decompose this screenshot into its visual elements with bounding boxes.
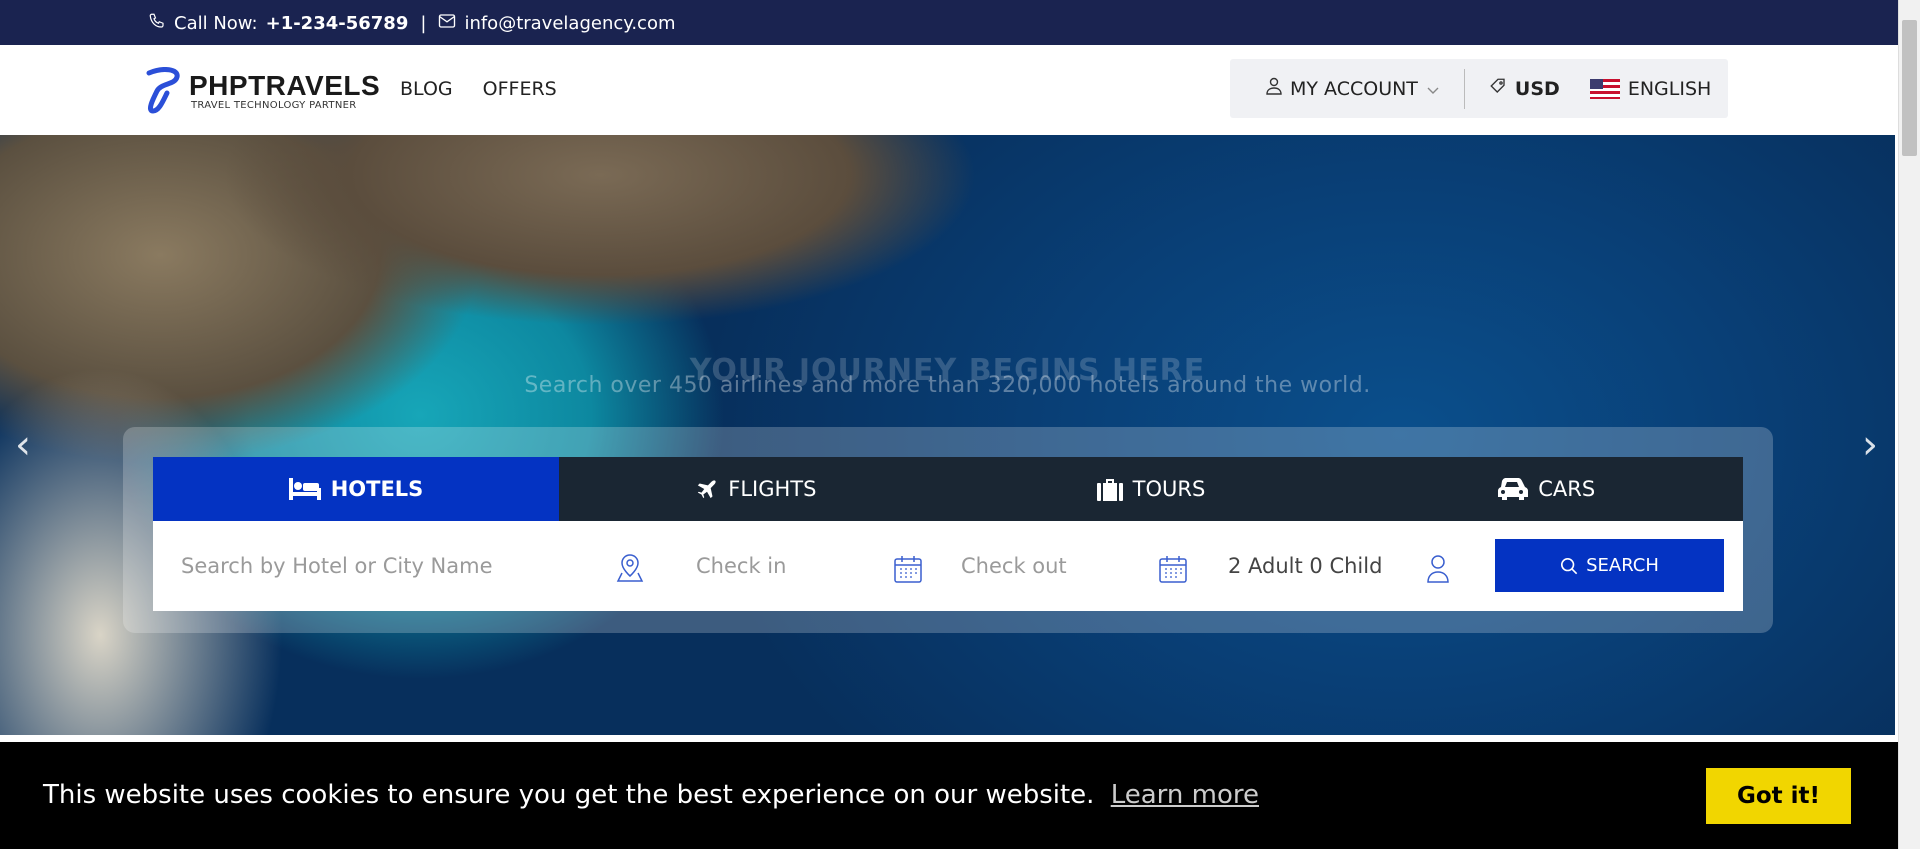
phone-icon — [148, 12, 166, 35]
cookie-accept-button[interactable]: Got it! — [1706, 768, 1851, 824]
email-link[interactable]: info@travelagency.com — [464, 13, 675, 34]
cookie-banner: This website uses cookies to ensure you … — [0, 742, 1898, 849]
checkin-field — [696, 521, 856, 611]
guest-user-icon — [1426, 554, 1450, 588]
guests-value: 2 Adult 0 Child — [1228, 554, 1383, 578]
tab-flights[interactable]: FLIGHTS — [559, 457, 954, 521]
destination-field — [181, 521, 644, 611]
cookie-message: This website uses cookies to ensure you … — [43, 780, 1095, 810]
learn-more-link[interactable]: Learn more — [1111, 780, 1259, 810]
calendar-checkin-icon[interactable] — [893, 554, 923, 588]
contact-separator: | — [420, 13, 427, 34]
map-pin-icon — [616, 553, 644, 588]
my-account-label: MY ACCOUNT — [1290, 77, 1418, 100]
slider-next-icon[interactable]: › — [1855, 425, 1885, 465]
tab-cars[interactable]: CARS — [1348, 457, 1743, 521]
nav-blog[interactable]: BLOG — [400, 78, 453, 100]
tab-tours[interactable]: TOURS — [954, 457, 1349, 521]
hotel-search-form: 2 Adult 0 Child SEARCH — [153, 521, 1743, 611]
user-icon — [1266, 77, 1282, 100]
header-divider — [1463, 68, 1465, 109]
language-selector[interactable]: ENGLISH — [1589, 77, 1712, 100]
top-contact-bar: Call Now: +1-234-56789 | info@travelagen… — [0, 0, 1898, 45]
page-scrollbar[interactable] — [1898, 0, 1920, 849]
checkout-input[interactable] — [961, 554, 1121, 578]
phone-number[interactable]: +1-234-56789 — [266, 13, 409, 34]
bed-icon — [288, 478, 321, 500]
currency-selector[interactable]: USD — [1489, 77, 1560, 100]
checkin-input[interactable] — [696, 554, 856, 578]
mail-icon — [438, 13, 456, 34]
plane-icon — [698, 480, 716, 499]
calendar-checkout-icon[interactable] — [1158, 554, 1188, 588]
search-tabs: HOTELS FLIGHTS TOURS CARS — [153, 457, 1743, 521]
logo-mark-icon — [146, 67, 180, 114]
car-icon — [1498, 478, 1529, 500]
hero-subtitle: Search over 450 airlines and more than 3… — [524, 373, 1371, 398]
checkout-field — [961, 521, 1121, 611]
language-label: ENGLISH — [1627, 77, 1712, 100]
scrollbar-thumb[interactable] — [1902, 20, 1917, 156]
chevron-down-icon — [1426, 78, 1440, 100]
site-logo[interactable]: PHPTRAVELS TRAVEL TECHNOLOGY PARTNER — [143, 67, 380, 115]
nav-offers[interactable]: OFFERS — [483, 78, 557, 100]
tab-cars-label: CARS — [1538, 477, 1596, 501]
us-flag-icon — [1589, 78, 1620, 99]
tag-icon — [1489, 77, 1507, 100]
tab-tours-label: TOURS — [1132, 477, 1206, 501]
destination-input[interactable] — [181, 554, 591, 578]
search-icon — [1561, 557, 1578, 574]
suitcase-icon — [1096, 479, 1123, 501]
guests-field[interactable]: 2 Adult 0 Child — [1228, 521, 1428, 611]
search-button[interactable]: SEARCH — [1495, 539, 1724, 592]
tab-hotels[interactable]: HOTELS — [153, 457, 559, 521]
logo-subtitle: TRAVEL TECHNOLOGY PARTNER — [191, 99, 357, 111]
call-label: Call Now: — [174, 13, 258, 34]
hero-banner: ‹ › YOUR JOURNEY BEGINS HERE Search over… — [0, 135, 1895, 735]
my-account-dropdown[interactable]: MY ACCOUNT — [1266, 77, 1440, 100]
currency-label: USD — [1514, 77, 1560, 100]
logo-title: PHPTRAVELS — [189, 69, 381, 101]
account-currency-language-box: MY ACCOUNT USD ENGLISH — [1230, 59, 1728, 118]
slider-prev-icon[interactable]: ‹ — [8, 425, 38, 465]
search-button-label: SEARCH — [1586, 555, 1659, 576]
main-nav: BLOG OFFERS — [400, 78, 557, 100]
tab-hotels-label: HOTELS — [330, 477, 424, 501]
tab-flights-label: FLIGHTS — [728, 477, 817, 501]
site-header: PHPTRAVELS TRAVEL TECHNOLOGY PARTNER BLO… — [0, 45, 1898, 135]
search-panel: HOTELS FLIGHTS TOURS CARS Search by Hote… — [123, 427, 1773, 633]
